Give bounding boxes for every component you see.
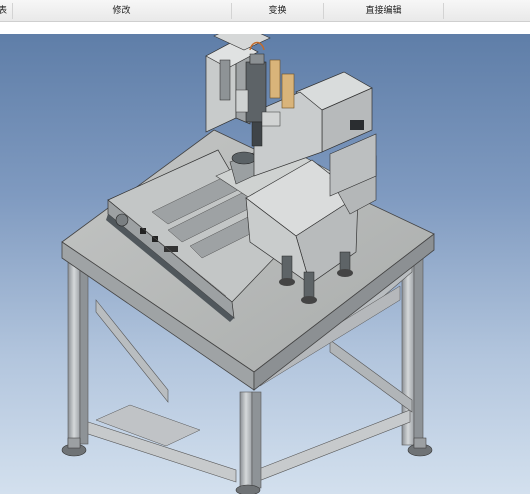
toolbar-divider	[443, 3, 444, 19]
ribbon-spacer	[0, 22, 530, 34]
machine-model-render	[61, 34, 435, 494]
tab-direct-edit[interactable]: 直接编辑	[324, 0, 443, 22]
3d-viewport[interactable]	[0, 34, 530, 494]
tab-modify[interactable]: 修改	[12, 0, 231, 22]
tab-transform[interactable]: 变换	[232, 0, 323, 22]
tab-table[interactable]: 表	[0, 0, 12, 22]
cad-application-window: 表 修改 变换 直接编辑	[0, 0, 530, 494]
command-toolbar: 表 修改 变换 直接编辑	[0, 0, 530, 22]
